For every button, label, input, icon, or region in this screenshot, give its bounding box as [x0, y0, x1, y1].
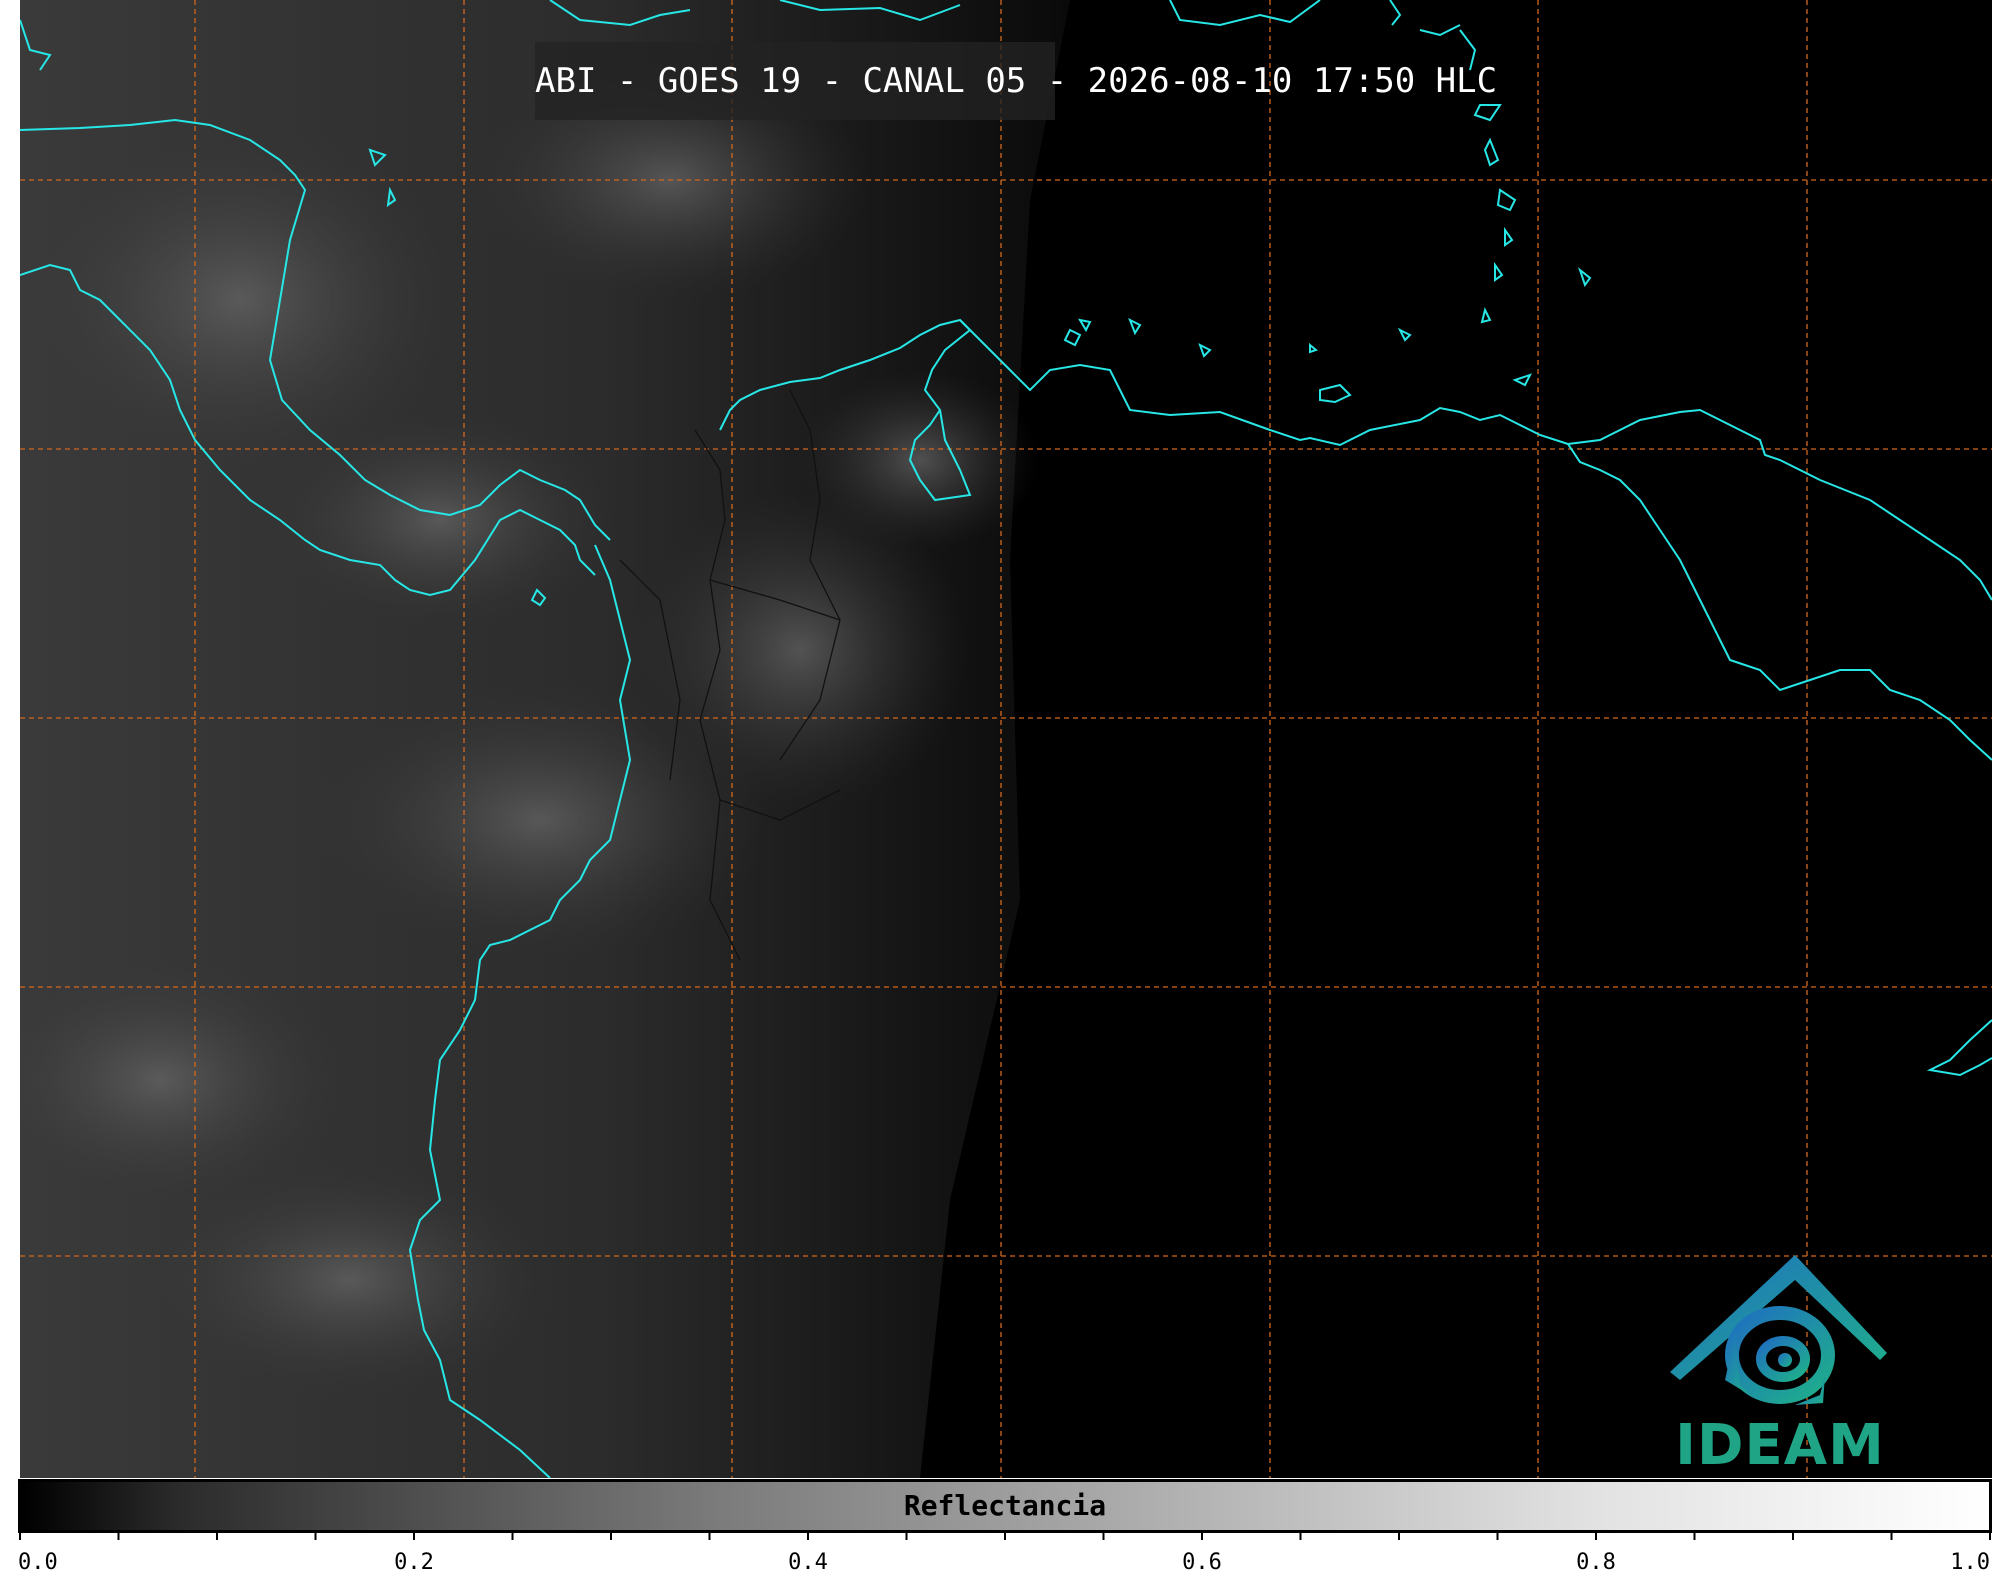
- colorbar-ticks: [19, 1530, 1991, 1540]
- logo-text: IDEAM: [1675, 1413, 1885, 1478]
- logo-spiral-icon: [1725, 1306, 1835, 1405]
- colorbar-tick-label: 0.0: [18, 1550, 58, 1575]
- colorbar-tick-label: 0.6: [1182, 1550, 1222, 1575]
- colorbar-tick-label: 1.0: [1950, 1550, 1990, 1575]
- colorbar-tick-label: 0.8: [1576, 1550, 1616, 1575]
- colorbar-tick-label: 0.4: [788, 1550, 828, 1575]
- map-title: ABI - GOES 19 - CANAL 05 - 2026-08-10 17…: [535, 42, 1497, 120]
- colorbar: Reflectancia: [18, 1479, 1992, 1533]
- colorbar-tick-label: 0.2: [394, 1550, 434, 1575]
- colorbar-label: Reflectancia: [903, 1489, 1107, 1522]
